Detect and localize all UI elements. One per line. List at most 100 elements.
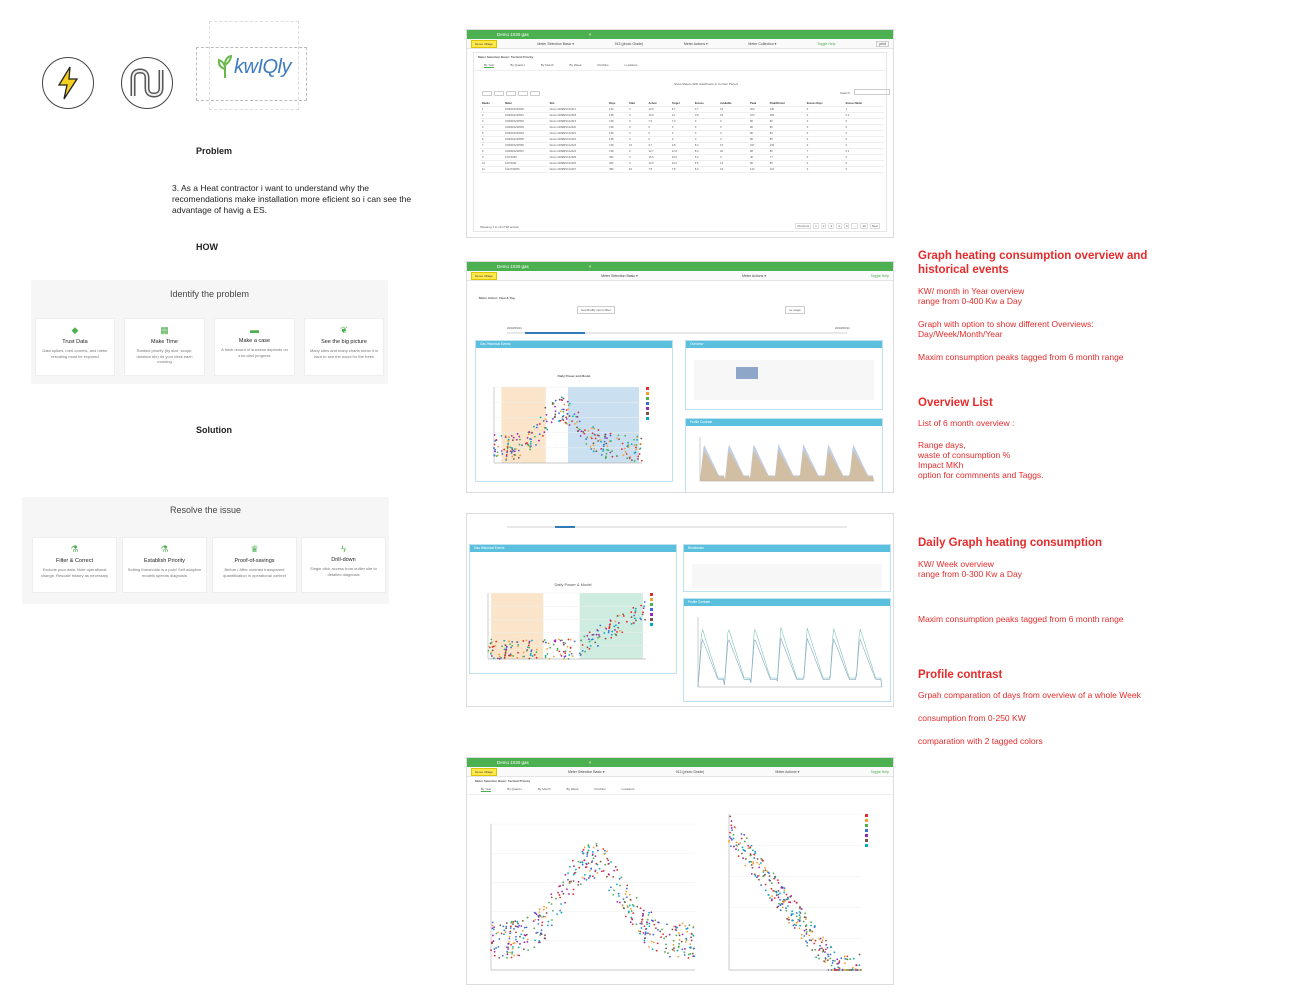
tab-by-year[interactable]: By Year (481, 787, 492, 792)
demo-village-button[interactable]: Demo Village (471, 39, 497, 48)
export-button[interactable] (518, 91, 528, 96)
data-point (597, 636, 599, 639)
pager-item[interactable]: 4 (836, 223, 842, 229)
pager-item[interactable]: 2 (820, 223, 827, 229)
note-heading: Profile contrast (918, 669, 1003, 681)
legend-swatch (865, 824, 868, 827)
range-slider[interactable] (507, 526, 847, 528)
data-point (758, 863, 761, 866)
export-button[interactable] (494, 91, 504, 96)
meter-selection-menu[interactable]: Meter Selection Basic ▾ (601, 274, 638, 278)
data-point (795, 921, 798, 924)
pager-item[interactable]: 5 (843, 223, 850, 229)
data-point (509, 927, 512, 929)
problem-statement: 3. As a Heat contractor i want to unders… (172, 183, 412, 215)
meter-actions-menu[interactable]: Meter Actions ▾ (684, 42, 708, 46)
data-point (764, 889, 767, 892)
data-point (615, 624, 617, 627)
tab-portfolio[interactable]: Portfolio (598, 63, 609, 68)
range-button[interactable]: no range (785, 306, 805, 314)
data-point (595, 450, 598, 453)
pager-item[interactable]: … (851, 223, 859, 229)
data-point (538, 941, 540, 944)
data-point (624, 915, 627, 918)
tab-by-month[interactable]: By Month (538, 787, 551, 792)
data-point (851, 966, 854, 969)
data-point (752, 862, 755, 865)
toggle-help-button[interactable]: Toggle Help (870, 274, 888, 278)
data-point (526, 916, 529, 919)
data-point (797, 918, 800, 921)
data-point (775, 890, 778, 893)
tab-title[interactable]: Demo 1030 gas (497, 760, 529, 765)
data-point (768, 897, 771, 899)
pager-item[interactable]: Previous (795, 223, 812, 229)
data-point (490, 949, 492, 952)
data-point (788, 918, 790, 921)
table-row[interactable]: 11 1314733250 Demo 1039MSC12427 380 19 7.8 7.8… (480, 166, 884, 173)
demo-village-button[interactable]: Demo Village (471, 271, 497, 280)
data-point (504, 654, 507, 656)
data-point (490, 655, 493, 657)
data-point (840, 957, 843, 960)
data-point (522, 651, 525, 654)
data-point (594, 641, 597, 644)
print-button[interactable]: print (876, 40, 889, 47)
data-point (735, 848, 737, 851)
table-cell: 1314733250 (503, 166, 548, 173)
tab-by-quarter[interactable]: By Quarter (507, 787, 522, 792)
data-point (737, 855, 740, 858)
tab-by-quarter[interactable]: By Quarter (510, 63, 525, 68)
data-point (559, 653, 562, 656)
tab-portfolio[interactable]: Portfolio (595, 787, 606, 792)
data-point (580, 639, 582, 642)
tab-by-month[interactable]: By Month (541, 63, 554, 68)
data-point (499, 924, 502, 927)
data-point (511, 640, 514, 643)
data-point (677, 945, 680, 948)
modify-filter-button[interactable]: Get Modify xsmm filter (577, 306, 615, 314)
data-point (605, 455, 607, 458)
tab-by-week[interactable]: By Week (567, 787, 579, 792)
tab-title[interactable]: Demo 1030 gas (497, 32, 529, 37)
meter-collection-menu[interactable]: Meter Collection ▾ (748, 42, 776, 46)
pager-item[interactable]: Next (869, 223, 880, 229)
tab-locations[interactable]: Locations (622, 787, 635, 792)
data-point (740, 852, 743, 855)
data-point (559, 896, 562, 899)
data-point (633, 452, 636, 454)
tab-title[interactable]: Demo 1030 gas (497, 264, 529, 269)
data-point (815, 956, 818, 959)
export-button[interactable] (506, 91, 516, 96)
search-input[interactable] (854, 89, 890, 95)
data-point (600, 453, 603, 456)
pager-item[interactable]: 1 (813, 223, 819, 229)
data-point (730, 845, 732, 848)
tab-by-week[interactable]: By Week (570, 63, 582, 68)
solution-heading: Solution (196, 425, 232, 435)
close-icon[interactable]: × (589, 264, 592, 269)
pager-item[interactable]: 3 (828, 223, 835, 229)
meter-selection-menu[interactable]: Meter Selection Basic ▾ (537, 42, 574, 46)
meter-actions-menu[interactable]: Meter Actions ▾ (742, 274, 766, 278)
pager-item[interactable]: 10 (860, 223, 868, 229)
show-meters-checkbox[interactable]: Show Meters With Gas/Power in Current Pe… (674, 82, 738, 86)
data-point (507, 438, 510, 441)
export-button[interactable] (530, 91, 540, 96)
data-point (688, 946, 691, 949)
demo-village-button[interactable]: Demo Village (471, 767, 497, 776)
data-point (824, 948, 827, 951)
data-point (684, 925, 687, 927)
tab-by-year[interactable]: By Year (484, 63, 495, 68)
range-slider[interactable] (507, 332, 847, 334)
tab-locations[interactable]: Locations (625, 63, 638, 68)
data-point (646, 921, 648, 924)
toggle-help-button[interactable]: Toggle Help (870, 770, 888, 774)
data-point (657, 921, 660, 924)
meter-selection-menu[interactable]: Meter Selection Basic ▾ (568, 770, 605, 774)
toggle-help-button[interactable]: Toggle Help (817, 42, 835, 46)
close-icon[interactable]: × (589, 32, 592, 37)
meter-actions-menu[interactable]: Meter Actions ▾ (775, 770, 799, 774)
close-icon[interactable]: × (589, 760, 592, 765)
export-button[interactable] (482, 91, 492, 96)
